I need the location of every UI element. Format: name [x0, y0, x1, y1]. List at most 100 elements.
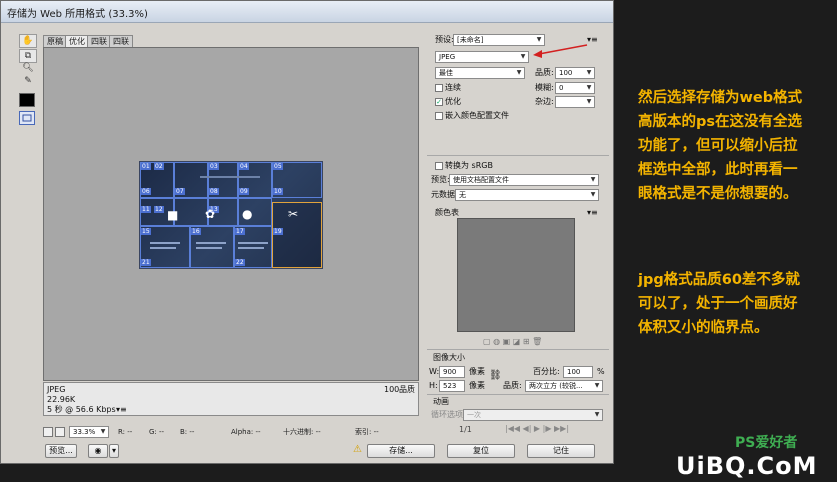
tab-original[interactable]: 原稿: [43, 35, 67, 47]
annotation-line: 然后选择存储为web格式: [638, 90, 803, 106]
slice-number-tag: 19: [273, 228, 283, 235]
height-input[interactable]: 523: [439, 380, 465, 392]
preview-button[interactable]: 预览...: [45, 444, 77, 458]
leaf-icon: ✿: [205, 207, 216, 221]
blur-input[interactable]: 0 ▼: [555, 82, 595, 94]
height-label: H:: [429, 381, 438, 390]
text-line: [150, 247, 176, 249]
embed-profile-checkbox[interactable]: [435, 112, 443, 120]
eyedropper-color-swatch[interactable]: [19, 93, 35, 107]
annotation-line: 眼格式是不是你想要的。: [638, 186, 798, 202]
zoom-out-icon[interactable]: [43, 427, 53, 437]
tab-optimized[interactable]: 优化: [65, 35, 89, 47]
preset-select[interactable]: [未命名] ▼: [453, 34, 545, 46]
percent-label: 百分比:: [533, 367, 560, 376]
chevron-down-icon: ▼: [590, 176, 596, 183]
animation-controls[interactable]: |◀◀ ◀| ▶ |▶ ▶▶|: [505, 424, 569, 434]
convert-srgb-checkbox[interactable]: [435, 162, 443, 170]
chevron-down-icon: ▼: [594, 382, 600, 389]
resample-quality-value: 两次立方 (较锐...: [529, 382, 583, 390]
width-value: 900: [443, 368, 457, 376]
slice-number-tag: 07: [175, 188, 185, 195]
blur-label: 模糊:: [535, 83, 554, 92]
preview-profile-select[interactable]: 使用文档配置文件 ▼: [449, 174, 599, 186]
color-table-tool-icons[interactable]: ▢ ◍ ▣ ◪ ⊞ 🗑︎: [483, 337, 542, 347]
slice-number-tag: 12: [154, 206, 164, 213]
preview-profile-label: 预览:: [431, 175, 450, 184]
color-table-grid[interactable]: [457, 218, 575, 332]
percent-input[interactable]: 100: [563, 366, 593, 378]
browser-menu-chevron-icon[interactable]: ▾: [109, 444, 119, 458]
file-format-value: JPEG: [439, 53, 456, 61]
slice-number-tag: 09: [239, 188, 249, 195]
status-bar: 33.3% ▼ R: -- G: -- B: -- Alpha: -- 十六进制:…: [43, 425, 419, 439]
toggle-slices-visibility-icon[interactable]: [19, 111, 35, 125]
video-icon: ■: [167, 208, 179, 222]
quality-input[interactable]: 100 ▼: [555, 67, 595, 79]
annotation-block-2: jpg格式品质60差不多就 可以了，处于一个画质好 体积又小的临界点。: [638, 268, 800, 340]
slice-number-tag: 05: [273, 163, 283, 170]
percent-value: 100: [567, 368, 581, 376]
hand-tool-icon[interactable]: ✋: [19, 34, 37, 48]
constrain-link-icon[interactable]: ⛓: [489, 371, 502, 381]
save-button[interactable]: 存储...: [367, 444, 435, 458]
browser-icon[interactable]: ◉: [88, 444, 108, 458]
info-menu-icon[interactable]: ▾≡: [116, 405, 127, 415]
status-hex: 十六进制: --: [283, 428, 321, 436]
optimized-label: 优化: [445, 97, 461, 106]
progressive-checkbox[interactable]: [435, 84, 443, 92]
tab-2up[interactable]: 四联: [87, 35, 111, 47]
remember-button[interactable]: 记住: [527, 444, 595, 458]
divider: [427, 155, 609, 156]
view-tabs: 原稿 优化 四联 四联: [43, 35, 419, 47]
annotation-line: 框选中全部，此时再看一: [638, 162, 798, 178]
chevron-down-icon: ▼: [594, 411, 600, 418]
slice-number-tag: 04: [239, 163, 249, 170]
zoom-in-icon[interactable]: [55, 427, 65, 437]
zoom-select[interactable]: 33.3% ▼: [69, 426, 109, 438]
resample-quality-select[interactable]: 两次立方 (较锐... ▼: [525, 380, 603, 392]
chevron-down-icon: ▼: [586, 84, 592, 91]
percent-unit: %: [597, 367, 605, 376]
slice-number-tag: 06: [141, 188, 151, 195]
window-title: 存储为 Web 所用格式 (33.3%): [7, 9, 148, 20]
frame-counter: 1/1: [459, 425, 472, 434]
watermark-logo: UiBQ.CoM: [676, 452, 818, 480]
slice-select-tool-icon[interactable]: ⧉: [19, 49, 37, 63]
height-unit: 像素: [469, 381, 485, 390]
divider: [427, 349, 609, 350]
slice-number-tag: 01: [141, 163, 151, 170]
slice-number-tag: 02: [154, 163, 164, 170]
matte-select[interactable]: ▼: [555, 96, 595, 108]
optimized-checkbox[interactable]: ✓: [435, 98, 443, 106]
annotation-line: 高版本的ps在这没有全选: [638, 114, 803, 130]
text-line: [150, 242, 180, 244]
title-bar: 存储为 Web 所用格式 (33.3%): [1, 1, 613, 23]
file-format-select[interactable]: JPEG ▼: [435, 51, 529, 63]
watermark-sub: PS爱好者: [735, 435, 798, 451]
slice-number-tag: 11: [141, 206, 151, 213]
settings-menu-icon[interactable]: ▾≡: [587, 35, 598, 45]
chevron-down-icon: ▼: [590, 191, 596, 198]
image-thumbnail[interactable]: 01 02 03 04 05 06 07 08 09 10 11 12 13 1…: [139, 161, 323, 269]
tab-4up[interactable]: 四联: [109, 35, 133, 47]
zoom-tool-icon[interactable]: 🔍︎: [19, 62, 37, 76]
metadata-label: 元数据:: [431, 190, 458, 199]
warning-icon: ⚠: [353, 444, 362, 455]
eyedropper-tool-icon[interactable]: ✎: [19, 75, 37, 89]
zoom-value: 33.3%: [73, 428, 96, 436]
preset-value: [未命名]: [457, 36, 484, 44]
loop-select[interactable]: 一次 ▼: [463, 409, 603, 421]
chevron-down-icon: ▼: [100, 428, 106, 435]
text-line: [196, 242, 226, 244]
resample-quality-label: 品质:: [503, 381, 522, 390]
width-input[interactable]: 900: [439, 366, 465, 378]
slice[interactable]: [174, 198, 208, 226]
annotation-line: 体积又小的临界点。: [638, 320, 769, 336]
reset-button[interactable]: 复位: [447, 444, 515, 458]
color-table-menu-icon[interactable]: ▾≡: [587, 208, 598, 218]
annotation-line: 功能了，但可以缩小后拉: [638, 138, 798, 154]
metadata-select[interactable]: 无 ▼: [455, 189, 599, 201]
quality-preset-select[interactable]: 最佳 ▼: [435, 67, 525, 79]
status-index: 索引: --: [355, 428, 379, 436]
